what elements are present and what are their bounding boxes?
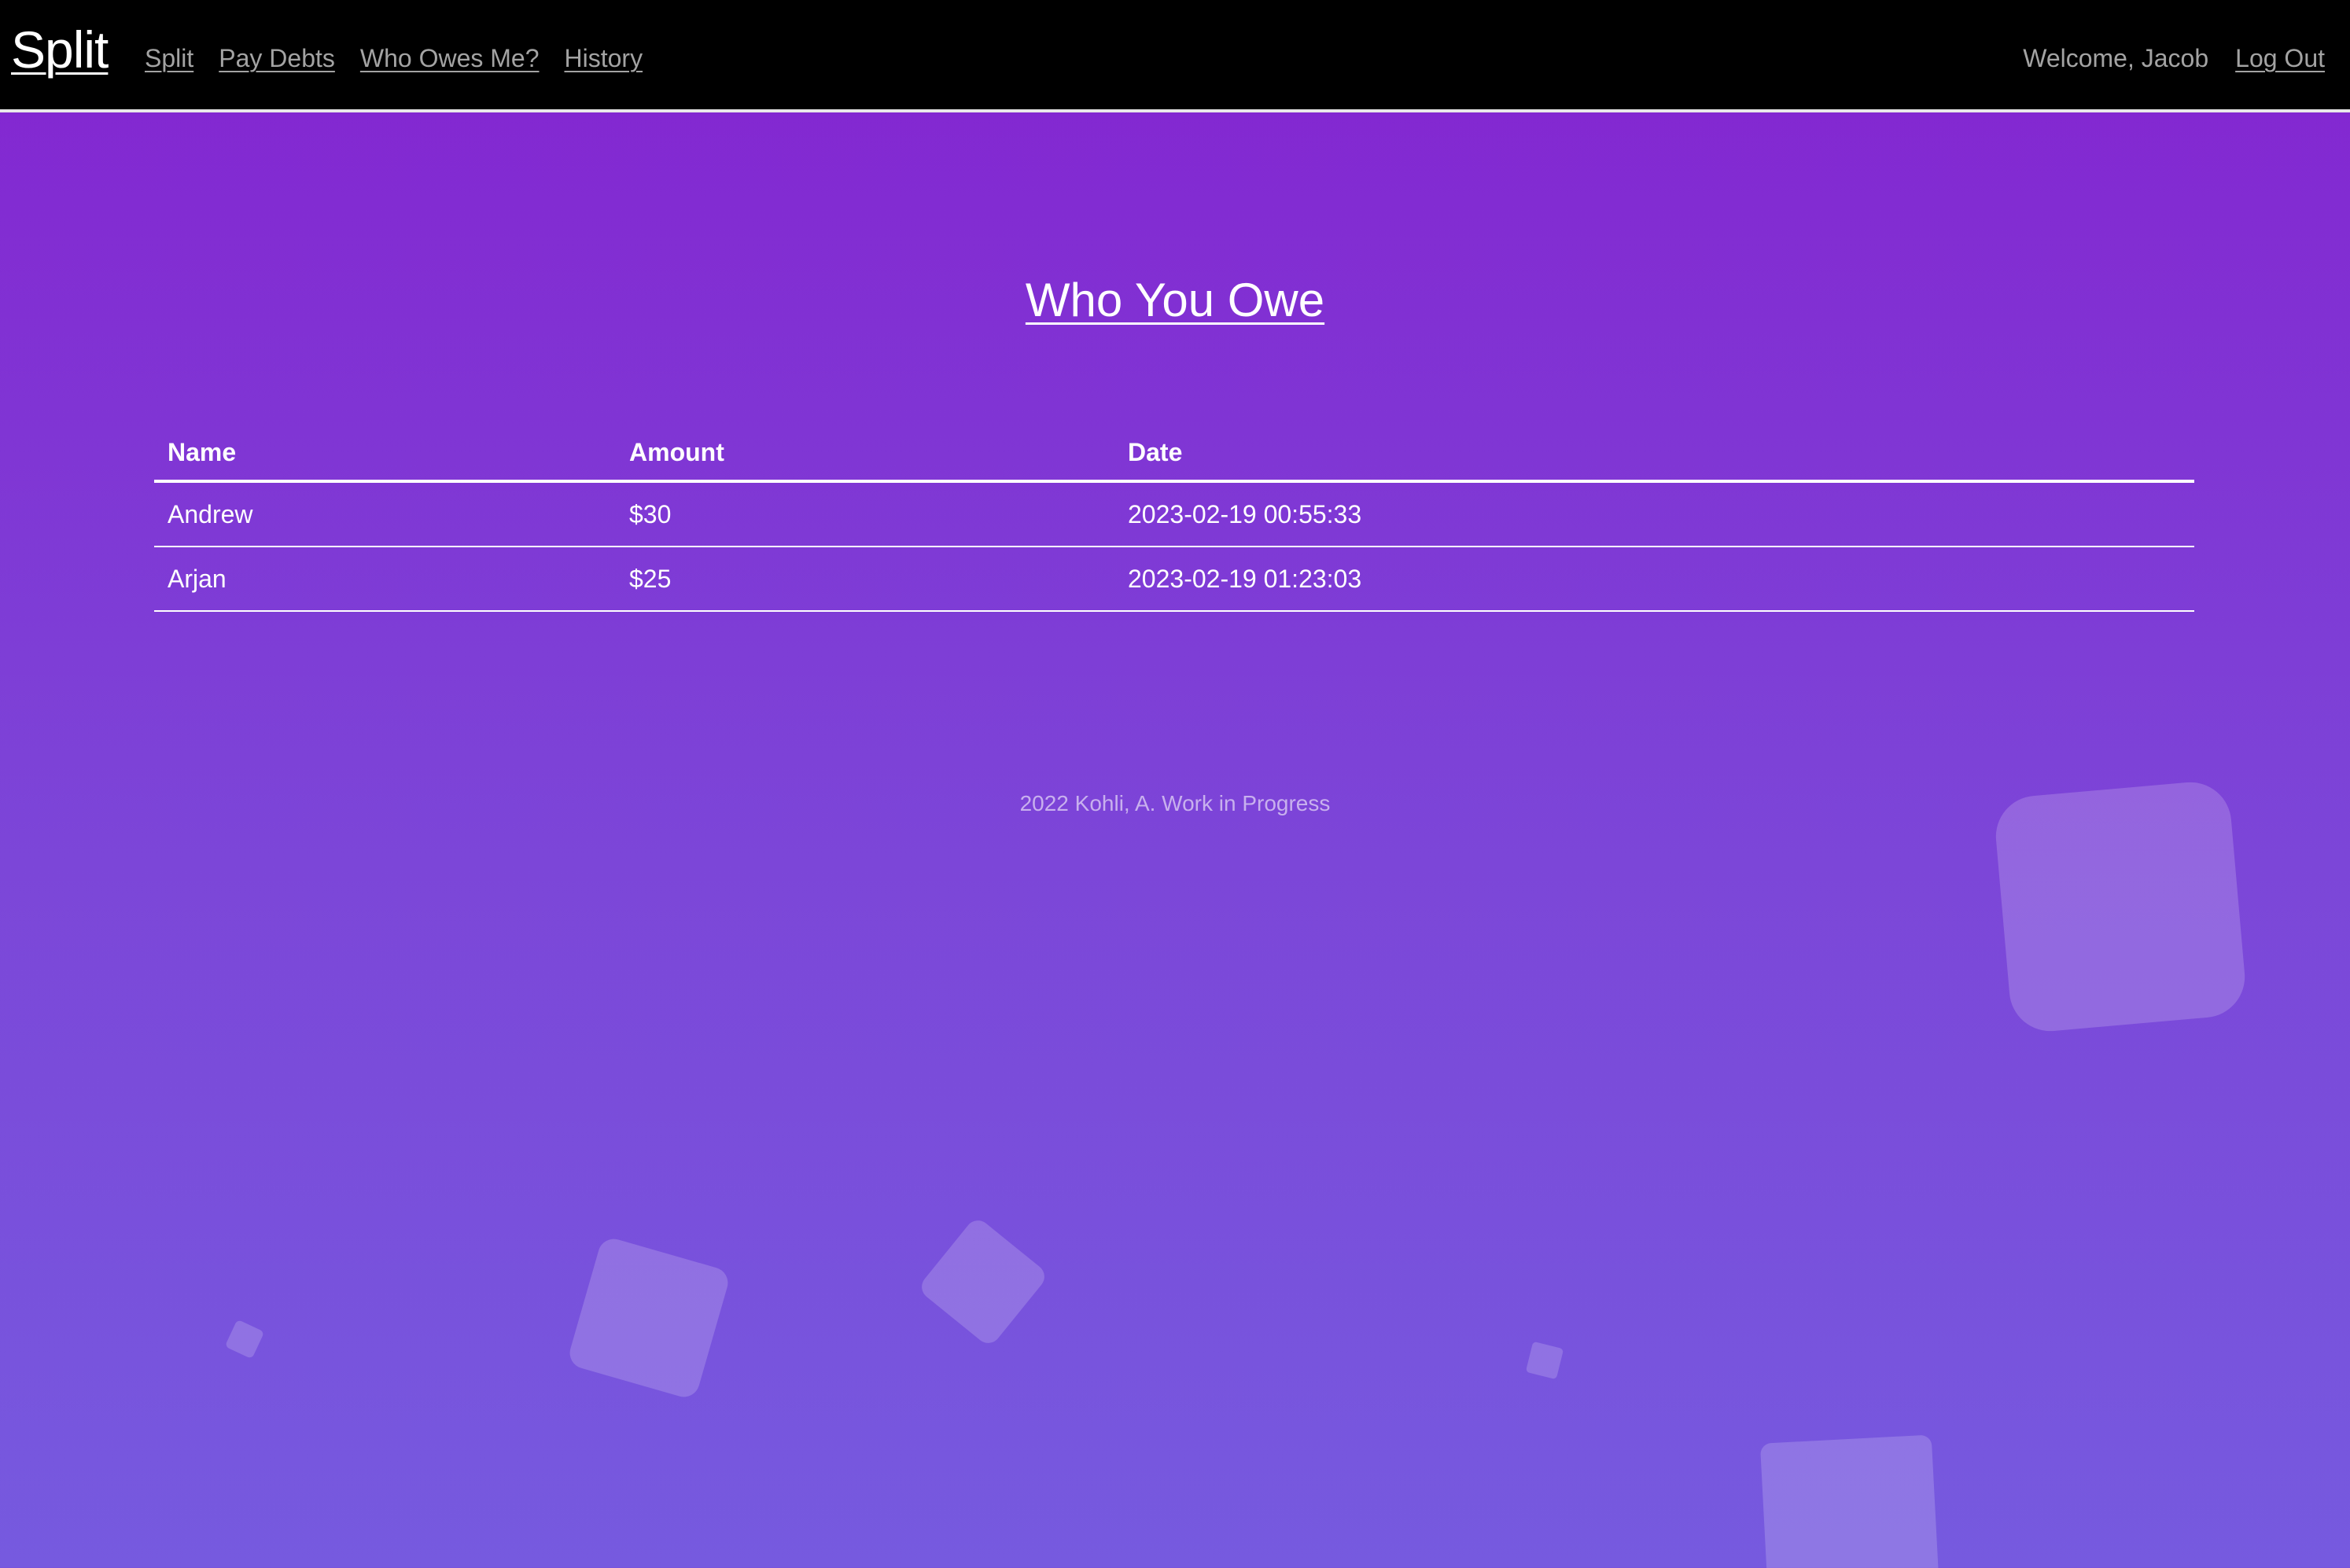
nav-link-history[interactable]: History xyxy=(565,46,643,71)
table-header-row: Name Amount Date xyxy=(154,425,2194,483)
nav-link-who-owes-me[interactable]: Who Owes Me? xyxy=(360,46,540,71)
cell-amount: $30 xyxy=(616,481,1114,547)
debts-table-container: Name Amount Date Andrew $30 2023-02-19 0… xyxy=(154,425,2194,612)
column-header-amount: Amount xyxy=(616,425,1114,483)
brand-logo-link[interactable]: Split xyxy=(11,24,109,75)
page-title-text: Who You Owe xyxy=(1025,274,1325,326)
table-row: Arjan $25 2023-02-19 01:23:03 xyxy=(154,547,2194,612)
decorative-square xyxy=(1525,1341,1564,1380)
cell-name: Arjan xyxy=(154,547,616,612)
decorative-square xyxy=(916,1215,1050,1349)
page-title: Who You Owe xyxy=(0,277,2350,324)
decorative-square xyxy=(565,1235,732,1401)
table-row: Andrew $30 2023-02-19 00:55:33 xyxy=(154,481,2194,547)
logout-link[interactable]: Log Out xyxy=(2235,46,2325,71)
nav-link-split[interactable]: Split xyxy=(145,46,193,71)
navbar: Split Split Pay Debts Who Owes Me? Histo… xyxy=(0,0,2350,112)
decorative-square xyxy=(1759,1434,1942,1568)
column-header-name: Name xyxy=(154,425,616,483)
cell-amount: $25 xyxy=(616,547,1114,612)
footer-text: 2022 Kohli, A. Work in Progress xyxy=(1019,791,1331,815)
column-header-date: Date xyxy=(1114,425,2194,483)
decorative-square xyxy=(1992,778,2249,1035)
welcome-text: Welcome, Jacob xyxy=(2023,44,2209,72)
nav-links: Split Pay Debts Who Owes Me? History xyxy=(145,46,643,71)
cell-date: 2023-02-19 00:55:33 xyxy=(1114,481,2194,547)
decorative-square xyxy=(224,1319,265,1360)
nav-link-pay-debts[interactable]: Pay Debts xyxy=(219,46,335,71)
cell-name: Andrew xyxy=(154,481,616,547)
debts-table: Name Amount Date Andrew $30 2023-02-19 0… xyxy=(154,425,2194,612)
cell-date: 2023-02-19 01:23:03 xyxy=(1114,547,2194,612)
nav-user-area: Welcome, Jacob Log Out xyxy=(2023,46,2325,71)
